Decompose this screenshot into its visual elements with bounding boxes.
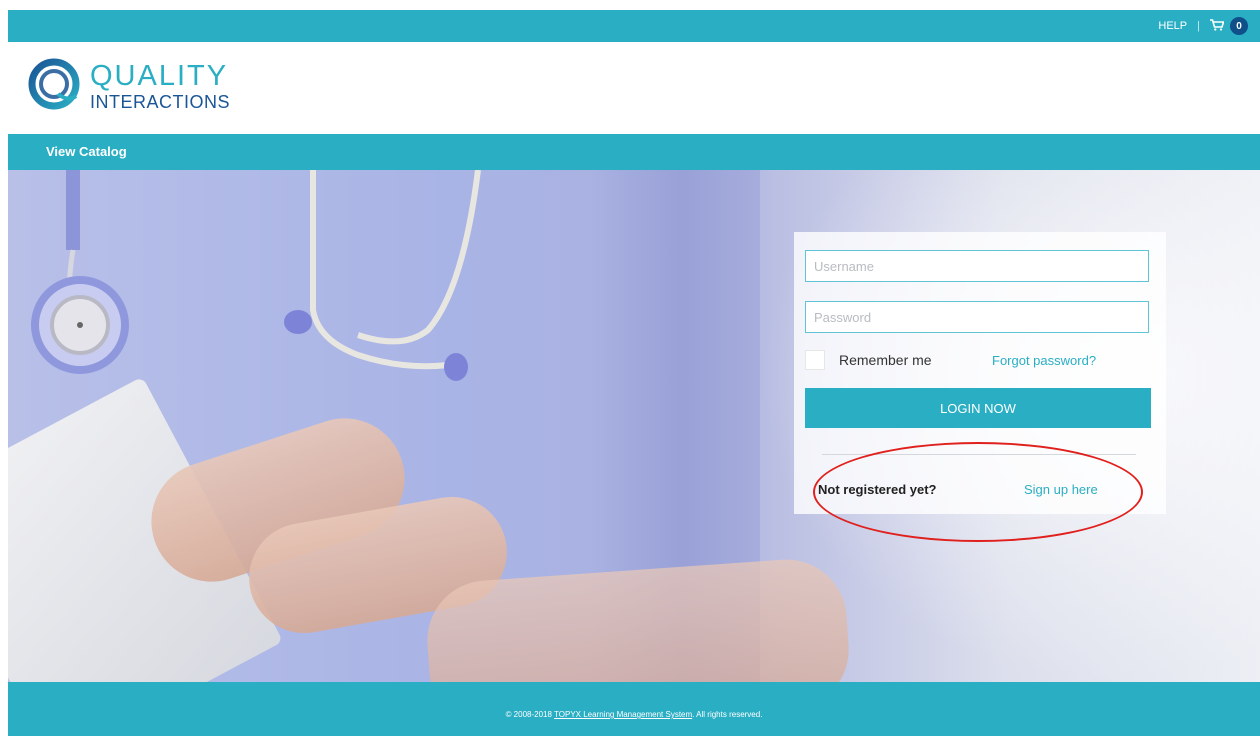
username-input[interactable] xyxy=(805,250,1149,282)
copyright-suffix: . All rights reserved. xyxy=(692,710,763,719)
sign-up-link[interactable]: Sign up here xyxy=(1024,482,1098,497)
separator: | xyxy=(1197,20,1200,32)
copyright-prefix: © 2008-2018 xyxy=(505,710,552,719)
login-card: Remember me Forgot password? LOGIN NOW N… xyxy=(794,232,1166,514)
remember-me-label: Remember me xyxy=(839,352,932,368)
view-catalog-link[interactable]: View Catalog xyxy=(46,144,127,159)
lms-link[interactable]: TOPYX Learning Management System xyxy=(554,710,692,719)
remember-me-checkbox[interactable] xyxy=(805,350,825,370)
cart-icon xyxy=(1210,18,1225,34)
logo-swirl-icon xyxy=(28,58,80,115)
not-registered-label: Not registered yet? xyxy=(818,482,937,497)
top-bar: HELP | 0 xyxy=(8,10,1260,42)
cart-button[interactable]: 0 xyxy=(1210,17,1248,35)
stethoscope-illustration xyxy=(31,170,481,381)
forgot-password-link[interactable]: Forgot password? xyxy=(992,353,1096,368)
password-input[interactable] xyxy=(805,301,1149,333)
divider xyxy=(822,454,1136,455)
remember-me[interactable]: Remember me xyxy=(805,350,932,370)
footer: © 2008-2018 TOPYX Learning Management Sy… xyxy=(8,682,1260,736)
logo-text: QUALITY INTERACTIONS xyxy=(90,60,231,112)
page: HELP | 0 QUALITY INTERACTIONS View Catal… xyxy=(0,0,1260,736)
logo[interactable]: QUALITY INTERACTIONS xyxy=(28,58,230,115)
footer-copyright: © 2008-2018 TOPYX Learning Management Sy… xyxy=(8,710,1260,719)
top-bar-actions: HELP | 0 xyxy=(1158,10,1248,42)
cart-count-badge: 0 xyxy=(1230,17,1248,35)
nav-bar: View Catalog xyxy=(8,134,1260,170)
logo-line1: QUALITY xyxy=(90,60,229,92)
logo-row: QUALITY INTERACTIONS xyxy=(8,42,1260,134)
logo-line2: INTERACTIONS xyxy=(90,92,231,112)
help-link[interactable]: HELP xyxy=(1158,20,1187,32)
login-button[interactable]: LOGIN NOW xyxy=(805,388,1151,428)
